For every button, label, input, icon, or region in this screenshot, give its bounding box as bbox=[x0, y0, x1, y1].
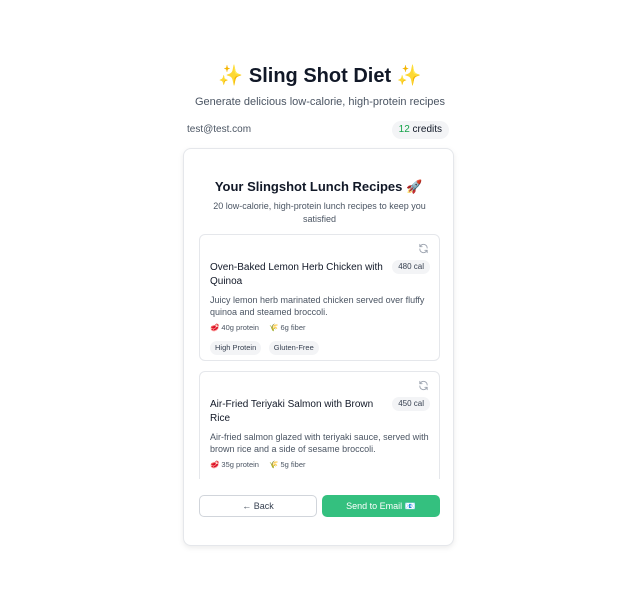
fiber-info: 🌾 5g fiber bbox=[269, 460, 306, 469]
protein-info: 🥩 40g protein bbox=[210, 323, 259, 332]
tag-gluten-free: Gluten-Free bbox=[268, 341, 319, 355]
recipe-list[interactable]: Oven-Baked Lemon Herb Chicken with Quino… bbox=[199, 234, 440, 479]
calorie-badge: 450 cal bbox=[392, 397, 430, 411]
user-email: test@test.com bbox=[187, 124, 252, 135]
app-title: ✨ Sling Shot Diet ✨ bbox=[218, 65, 422, 87]
protein-info: 🥩 35g protein bbox=[210, 460, 259, 469]
app-subtitle: Generate delicious low-calorie, high-pro… bbox=[194, 96, 446, 108]
recipe-tags: High Protein Gluten-Free bbox=[210, 337, 322, 355]
card-title: Your Slingshot Lunch Recipes 🚀 bbox=[214, 179, 423, 194]
recipe-macros: 🥩 35g protein 🌾 5g fiber bbox=[210, 460, 314, 469]
credits-label: credits bbox=[412, 124, 442, 135]
fiber-info: 🌾 6g fiber bbox=[269, 323, 306, 332]
card-subtitle: 20 low-calorie, high-protein lunch recip… bbox=[213, 201, 426, 224]
send-to-email-button[interactable]: Send to Email 📧 bbox=[322, 495, 440, 517]
recipe-name: Air-Fried Teriyaki Salmon with Brown Ric… bbox=[210, 399, 374, 424]
back-button[interactable]: ← Back bbox=[199, 495, 317, 517]
recipe-card: Air-Fried Teriyaki Salmon with Brown Ric… bbox=[199, 371, 440, 479]
recipe-card: Oven-Baked Lemon Herb Chicken with Quino… bbox=[199, 234, 440, 361]
credits-count: 12 bbox=[398, 124, 410, 135]
recipes-card: Your Slingshot Lunch Recipes 🚀 20 low-ca… bbox=[183, 148, 454, 546]
recipe-description: Air-fried salmon glazed with teriyaki sa… bbox=[210, 432, 429, 454]
refresh-icon[interactable] bbox=[418, 380, 429, 391]
app-header: ✨ Sling Shot Diet ✨ Generate delicious l… bbox=[0, 62, 640, 108]
recipe-name: Oven-Baked Lemon Herb Chicken with Quino… bbox=[210, 262, 383, 287]
calorie-badge: 480 cal bbox=[392, 260, 430, 274]
recipe-macros: 🥩 40g protein 🌾 6g fiber bbox=[210, 323, 314, 332]
refresh-icon[interactable] bbox=[418, 243, 429, 254]
tag-high-protein: High Protein bbox=[210, 341, 262, 355]
credits-badge: 12 credits bbox=[391, 121, 449, 139]
recipe-description: Juicy lemon herb marinated chicken serve… bbox=[210, 295, 425, 317]
account-row: test@test.com 12 credits bbox=[187, 121, 449, 139]
